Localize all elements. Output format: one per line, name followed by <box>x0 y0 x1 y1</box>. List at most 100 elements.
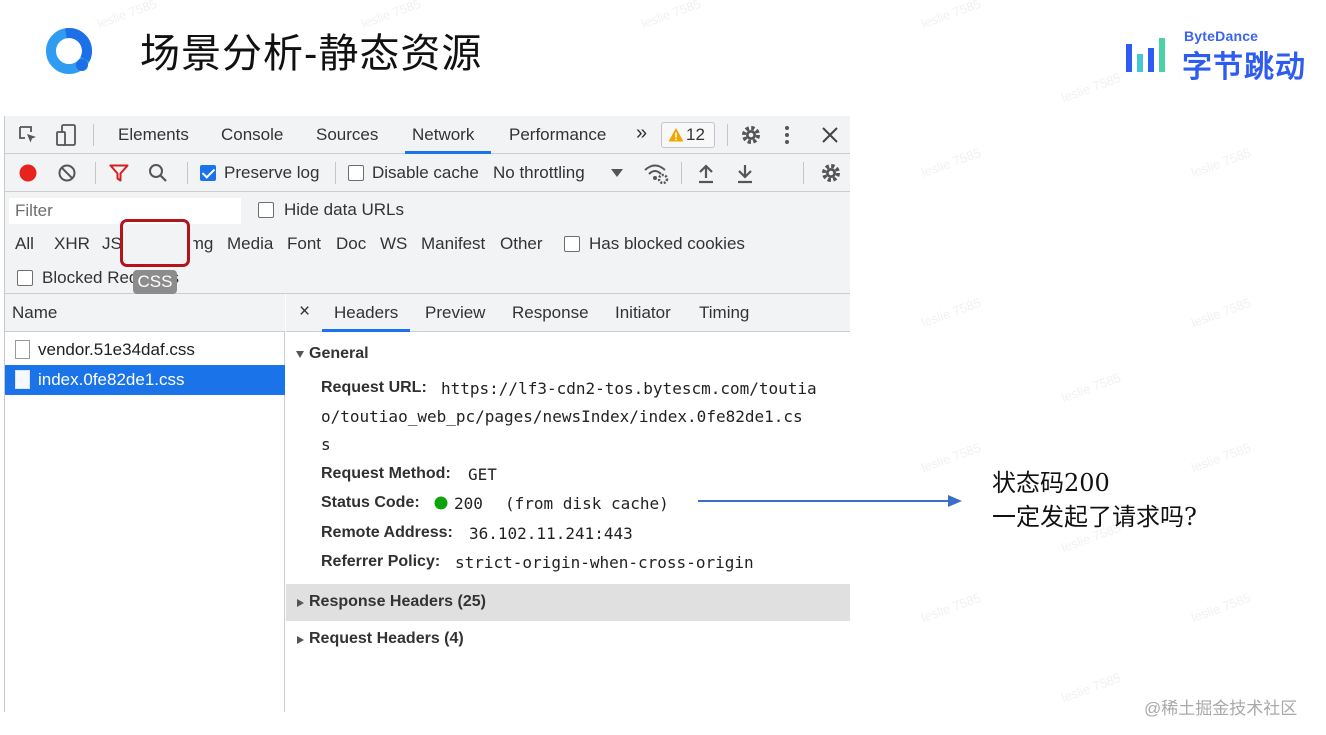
filter-type-doc[interactable]: Doc <box>336 234 366 254</box>
request-method-label: Request Method: <box>321 465 451 482</box>
status-code-label: Status Code: <box>321 494 420 511</box>
watermark: leslie 7585 <box>359 0 423 32</box>
referrer-policy-label: Referrer Policy: <box>321 553 441 570</box>
clear-icon[interactable] <box>57 163 77 183</box>
request-name: vendor.51e34daf.css <box>38 340 195 359</box>
referrer-policy-value: strict-origin-when-cross-origin <box>455 553 754 572</box>
settings-gear-icon[interactable] <box>740 124 762 146</box>
brand-name-cn: 字节跳动 <box>1182 51 1306 84</box>
filter-type-media[interactable]: Media <box>227 234 273 254</box>
request-method-value: GET <box>468 465 497 484</box>
tab-sources[interactable]: Sources <box>316 125 378 145</box>
preserve-log-label[interactable]: Preserve log <box>224 163 319 183</box>
throttling-select[interactable]: No throttling <box>493 163 585 183</box>
active-detail-tab-indicator <box>322 329 410 332</box>
remote-address-value: 36.102.11.241:443 <box>469 524 633 543</box>
request-url-line: s <box>321 435 331 454</box>
tab-initiator[interactable]: Initiator <box>615 303 671 323</box>
disable-cache-label[interactable]: Disable cache <box>372 163 479 183</box>
has-blocked-cookies-checkbox[interactable] <box>564 236 580 252</box>
request-headers-title[interactable]: Request Headers (4) <box>309 630 464 648</box>
filter-type-ws[interactable]: WS <box>380 234 407 254</box>
response-headers-section[interactable]: Response Headers (25) <box>286 584 850 621</box>
filter-type-js[interactable]: JS <box>102 234 122 254</box>
expand-triangle-icon[interactable] <box>296 351 304 358</box>
export-har-icon[interactable] <box>736 162 754 184</box>
toolbar-divider <box>727 124 728 146</box>
network-settings-gear-icon[interactable] <box>820 162 842 184</box>
tab-console[interactable]: Console <box>221 125 283 145</box>
blocked-requests-checkbox[interactable] <box>17 270 33 286</box>
response-headers-title: Response Headers (25) <box>309 593 486 610</box>
close-devtools-icon[interactable] <box>821 126 839 144</box>
request-url-line: o/toutiao_web_pc/pages/newsIndex/index.0… <box>321 407 803 426</box>
bytedance-logo: ByteDance 字节跳动 <box>1126 28 1316 84</box>
more-panels-button[interactable]: » <box>636 123 647 143</box>
name-column-header[interactable]: Name <box>12 303 57 323</box>
tab-elements[interactable]: Elements <box>118 125 189 145</box>
tab-network[interactable]: Network <box>412 125 474 145</box>
filter-type-css[interactable]: CSS <box>133 270 177 294</box>
request-url-line: https://lf3-cdn2-tos.bytescm.com/toutia <box>441 379 817 398</box>
device-toolbar-icon[interactable] <box>55 123 79 147</box>
disable-cache-checkbox[interactable] <box>348 165 364 181</box>
request-row-index[interactable]: index.0fe82de1.css <box>5 365 285 395</box>
annotation-arrow-icon <box>698 495 962 507</box>
import-har-icon[interactable] <box>697 162 715 184</box>
annotation-line-2: 一定发起了请求吗? <box>992 503 1197 531</box>
hide-data-urls-label[interactable]: Hide data URLs <box>284 200 404 220</box>
has-blocked-cookies-label[interactable]: Has blocked cookies <box>589 234 745 254</box>
watermark: leslie 7585 <box>639 0 703 32</box>
close-detail-button[interactable]: × <box>299 302 310 322</box>
record-icon[interactable] <box>18 163 38 183</box>
preserve-log-checkbox[interactable] <box>200 165 216 181</box>
tab-timing[interactable]: Timing <box>699 303 749 323</box>
filter-type-font[interactable]: Font <box>287 234 321 254</box>
warnings-badge[interactable]: 12 <box>661 122 715 148</box>
remote-address-label: Remote Address: <box>321 524 453 541</box>
tab-preview[interactable]: Preview <box>425 303 485 323</box>
watermark: leslie 7585 <box>919 589 983 626</box>
watermark: leslie 7585 <box>95 0 159 32</box>
filter-type-manifest[interactable]: Manifest <box>421 234 485 254</box>
network-conditions-icon[interactable] <box>643 161 669 185</box>
watermark: leslie 7585 <box>919 294 983 331</box>
watermark: leslie 7585 <box>1059 69 1123 106</box>
watermark: leslie 7585 <box>1059 669 1123 706</box>
css-highlight-box <box>120 219 190 267</box>
warning-icon <box>668 128 684 142</box>
filter-funnel-icon[interactable] <box>109 164 129 182</box>
filter-type-xhr[interactable]: XHR <box>54 234 90 254</box>
annotation-text: 状态码200 一定发起了请求吗? <box>992 466 1197 534</box>
file-icon <box>15 340 30 359</box>
search-icon[interactable] <box>148 163 168 183</box>
detail-tab-bar: × Headers Preview Response Initiator Tim… <box>286 294 850 332</box>
file-icon <box>15 370 30 389</box>
watermark: leslie 7585 <box>919 0 983 32</box>
filter-type-other[interactable]: Other <box>500 234 543 254</box>
tab-headers[interactable]: Headers <box>334 303 398 323</box>
toolbar-divider <box>681 162 682 184</box>
general-section-title[interactable]: General <box>309 345 369 363</box>
watermark: leslie 7585 <box>919 439 983 476</box>
toolbar-divider <box>95 162 96 184</box>
chevron-down-icon[interactable] <box>611 169 623 177</box>
watermark: leslie 7585 <box>1189 144 1253 181</box>
devtools-panel: Elements Console Sources Network Perform… <box>4 116 850 712</box>
request-row-vendor[interactable]: vendor.51e34daf.css <box>5 335 285 365</box>
devtools-tab-bar: Elements Console Sources Network Perform… <box>5 116 850 154</box>
tab-performance[interactable]: Performance <box>509 125 606 145</box>
kebab-menu-icon[interactable] <box>782 124 792 146</box>
filter-type-all[interactable]: All <box>15 234 34 254</box>
toolbar-divider <box>803 162 804 184</box>
inspect-element-icon[interactable] <box>17 124 39 146</box>
watermark: leslie 7585 <box>1189 589 1253 626</box>
request-url-label: Request URL: <box>321 379 427 396</box>
collapse-triangle-icon[interactable] <box>297 636 304 644</box>
bytedance-bars-icon <box>1126 38 1165 72</box>
tab-response[interactable]: Response <box>512 303 589 323</box>
requests-list: Name vendor.51e34daf.css index.0fe82de1.… <box>5 294 285 712</box>
annotation-line-1: 状态码200 <box>992 469 1110 497</box>
warnings-count: 12 <box>686 125 705 144</box>
hide-data-urls-checkbox[interactable] <box>258 202 274 218</box>
